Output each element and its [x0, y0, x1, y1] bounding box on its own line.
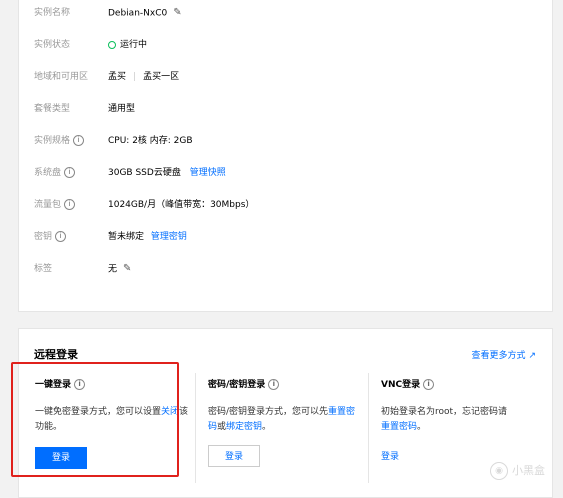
status-dot-icon — [108, 40, 116, 49]
traffic-package-label: 流量包 i — [34, 197, 76, 213]
region-separator: | — [133, 72, 137, 82]
instance-spec-label: 实例规格 i — [34, 133, 85, 149]
instance-spec-value: CPU: 2核 内存: 2GB — [108, 136, 193, 146]
instance-status-label: 实例状态 — [34, 40, 71, 50]
vnc-login-button[interactable]: 登录 — [381, 449, 399, 462]
column-divider — [368, 373, 369, 483]
pencil-icon[interactable]: ✎ — [123, 261, 131, 277]
plan-type-value: 通用型 — [108, 104, 136, 114]
vnc-reset-password-link[interactable]: 重置密码 — [381, 422, 417, 432]
region-label: 地域和可用区 — [34, 72, 89, 82]
instance-name-value: Debian-NxC0 ✎ — [108, 5, 182, 22]
traffic-package-value: 1024GB/月（峰值带宽：30Mbps） — [108, 200, 255, 210]
manage-key-link[interactable]: 管理密钥 — [151, 232, 187, 242]
password-login-button[interactable]: 登录 — [208, 445, 260, 467]
external-link-icon: ↗ — [528, 351, 536, 361]
key-value: 暂未绑定 管理密钥 — [108, 232, 187, 242]
instance-name-label: 实例名称 — [34, 8, 71, 18]
info-icon[interactable]: i — [73, 135, 85, 146]
manage-snapshot-link[interactable]: 管理快照 — [190, 168, 226, 178]
system-disk-label: 系统盘 i — [34, 165, 76, 181]
password-login-desc: 密码/密钥登录方式，您可以先重置密码或绑定密钥。 — [208, 407, 356, 432]
vnc-login-title: VNC登录 i — [381, 377, 435, 390]
tags-value: 无 ✎ — [108, 261, 131, 278]
column-divider — [195, 373, 196, 483]
bind-key-link[interactable]: 绑定密钥 — [226, 422, 262, 432]
more-methods-link[interactable]: 查看更多方式 ↗ — [471, 348, 536, 361]
info-icon[interactable]: i — [268, 379, 280, 390]
remote-login-title: 远程登录 — [34, 348, 78, 361]
plan-type-label: 套餐类型 — [34, 104, 71, 114]
info-icon[interactable]: i — [55, 231, 67, 242]
pencil-icon[interactable]: ✎ — [173, 5, 181, 21]
vnc-login-desc: 初始登录名为root，忘记密码请 重置密码。 — [381, 407, 508, 432]
key-label: 密钥 i — [34, 229, 67, 245]
password-login-title: 密码/密钥登录 i — [208, 377, 280, 390]
system-disk-value: 30GB SSD云硬盘 管理快照 — [108, 168, 226, 178]
region-value: 孟买 | 孟买一区 — [108, 72, 180, 82]
info-icon[interactable]: i — [423, 379, 435, 390]
instance-status-value: 运行中 — [108, 37, 147, 53]
watermark-logo-icon: ◉ — [490, 462, 508, 480]
info-icon[interactable]: i — [64, 167, 76, 178]
tags-label: 标签 — [34, 264, 53, 274]
info-icon[interactable]: i — [64, 199, 76, 210]
watermark: ◉ 小黑盒 — [490, 462, 545, 480]
highlight-box — [11, 362, 179, 477]
instance-info-card: 实例名称 Debian-NxC0 ✎ 实例状态 运行中 地域和可用区 孟买 | 孟买一… — [18, 0, 553, 312]
